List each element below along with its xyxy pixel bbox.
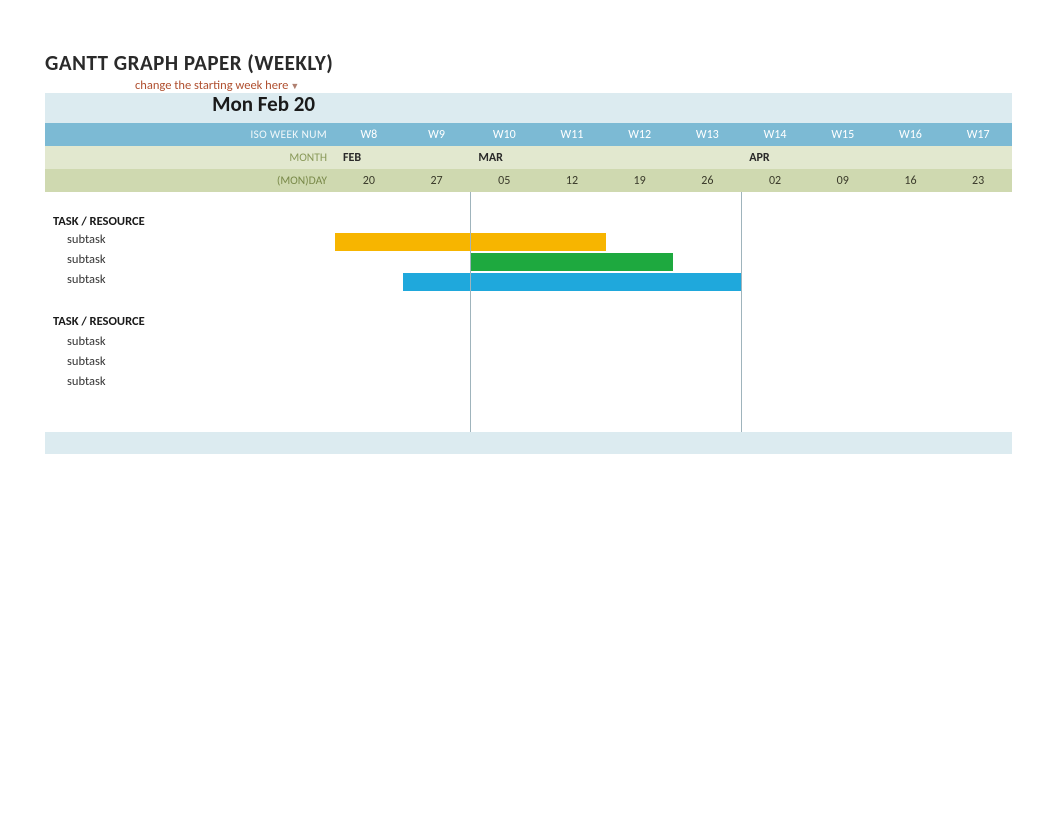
footer-band	[45, 432, 1012, 454]
week-number-row: ISO WEEK NUM W8 W9 W10 W11 W12 W13 W14 W…	[45, 123, 1012, 146]
subtask-label: subtask	[45, 232, 335, 252]
month-label: MONTH	[45, 146, 335, 169]
month-col: APR	[741, 146, 809, 169]
task-row: subtask	[45, 252, 1012, 272]
day-col: 27	[403, 169, 471, 192]
day-row: (MON)DAY 20 27 05 12 19 26 02 09 16 23	[45, 169, 1012, 192]
day-col: 09	[809, 169, 877, 192]
day-col: 20	[335, 169, 403, 192]
week-col: W10	[470, 123, 538, 146]
month-col	[538, 146, 606, 169]
gantt-grid: Mon Feb 20 ISO WEEK NUM W8 W9 W10 W11 W1…	[45, 93, 1012, 454]
task-row: subtask	[45, 332, 1012, 352]
task-row: subtask	[45, 232, 1012, 252]
month-col: FEB	[335, 146, 403, 169]
week-col: W12	[606, 123, 674, 146]
month-row: MONTH FEB MAR APR	[45, 146, 1012, 169]
task-heading-row: TASK / RESOURCE	[45, 212, 1012, 232]
week-col: W17	[944, 123, 1012, 146]
month-col	[403, 146, 471, 169]
day-col: 02	[741, 169, 809, 192]
week-col: W14	[741, 123, 809, 146]
week-col: W15	[809, 123, 877, 146]
week-col: W8	[335, 123, 403, 146]
month-col	[944, 146, 1012, 169]
day-col: 12	[538, 169, 606, 192]
iso-week-label: ISO WEEK NUM	[45, 123, 335, 146]
day-col: 05	[470, 169, 538, 192]
start-date-band: Mon Feb 20	[45, 93, 1012, 123]
week-col: W16	[877, 123, 945, 146]
month-col	[673, 146, 741, 169]
gantt-bar[interactable]	[470, 253, 673, 271]
month-col	[606, 146, 674, 169]
day-col: 16	[877, 169, 945, 192]
gantt-bar[interactable]	[403, 273, 742, 291]
page-title: GANTT GRAPH PAPER (WEEKLY)	[45, 50, 1012, 76]
task-row: subtask	[45, 272, 1012, 292]
week-col: W9	[403, 123, 471, 146]
day-col: 19	[606, 169, 674, 192]
gantt-sheet: GANTT GRAPH PAPER (WEEKLY) change the st…	[0, 0, 1057, 454]
week-col: W13	[673, 123, 741, 146]
start-date-cell[interactable]: Mon Feb 20	[45, 93, 335, 123]
week-col: W11	[538, 123, 606, 146]
month-col: MAR	[470, 146, 538, 169]
subtask-label: subtask	[45, 352, 335, 372]
subtask-label: subtask	[45, 372, 335, 392]
month-col	[877, 146, 945, 169]
task-row: subtask	[45, 372, 1012, 392]
day-label: (MON)DAY	[45, 169, 335, 192]
task-heading-row: TASK / RESOURCE	[45, 312, 1012, 332]
day-col: 23	[944, 169, 1012, 192]
task-heading: TASK / RESOURCE	[45, 312, 335, 332]
subtask-label: subtask	[45, 252, 335, 272]
task-row: subtask	[45, 352, 1012, 372]
task-heading: TASK / RESOURCE	[45, 212, 335, 232]
subtask-label: subtask	[45, 272, 335, 292]
day-col: 26	[673, 169, 741, 192]
gantt-bar[interactable]	[335, 233, 606, 251]
month-col	[809, 146, 877, 169]
gantt-body: TASK / RESOURCE subtask subtask subtask	[45, 192, 1012, 432]
subtask-label: subtask	[45, 332, 335, 352]
